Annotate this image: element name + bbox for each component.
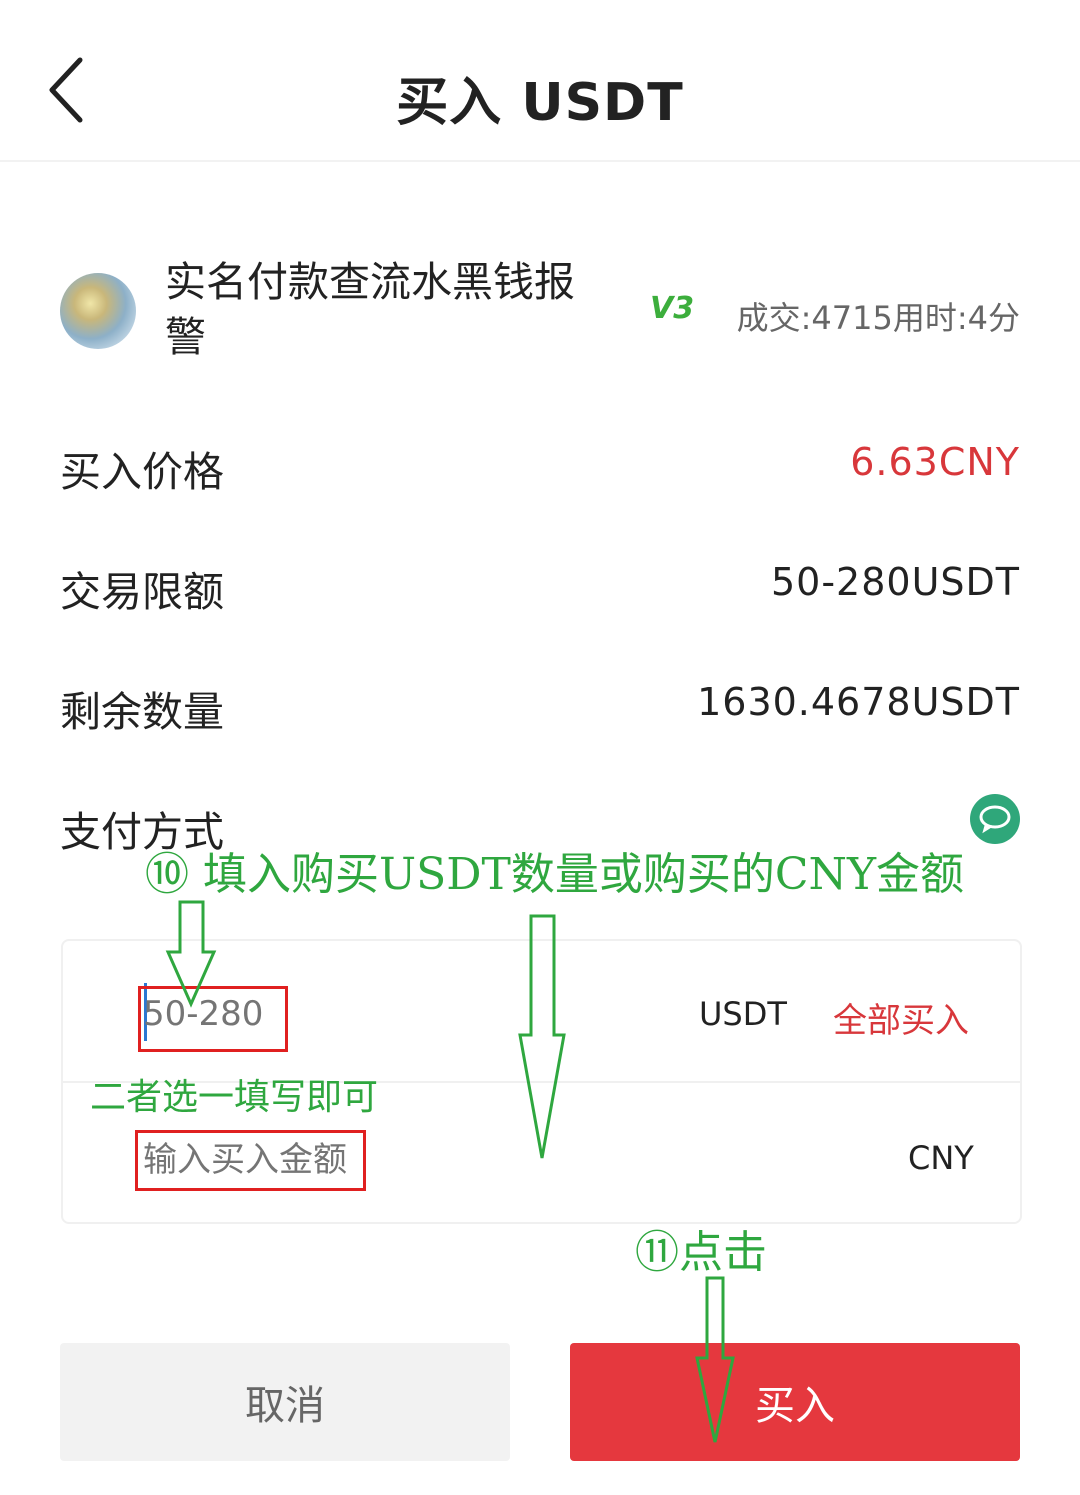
highlight-box-usdt-input: [138, 986, 288, 1052]
page-title: 买入 USDT: [396, 73, 684, 133]
wechat-pay-icon[interactable]: [970, 794, 1020, 844]
annotation-step10: ⑩ 填入购买USDT数量或购买的CNY金额: [145, 849, 965, 900]
annotation-step11: ⑪点击: [635, 1227, 767, 1278]
limit-label: 交易限额: [60, 568, 224, 616]
highlight-box-cny-input: [135, 1130, 366, 1191]
price-label: 买入价格: [60, 448, 224, 496]
top-nav-bar: 买入 USDT: [0, 0, 1080, 162]
annotation-either-one: 二者选一填写即可: [90, 1077, 379, 1118]
limit-row: 交易限额 50-280USDT: [60, 558, 1020, 618]
limit-value: 50-280USDT: [770, 560, 1020, 604]
merchant-level-badge: V3: [650, 291, 695, 326]
avatar[interactable]: [60, 273, 136, 349]
remaining-value: 1630.4678USDT: [697, 680, 1020, 724]
price-row: 买入价格 6.63CNY: [60, 438, 1020, 498]
price-value: 6.63CNY: [850, 440, 1020, 484]
buy-button[interactable]: 买入: [570, 1343, 1020, 1461]
remaining-row: 剩余数量 1630.4678USDT: [60, 678, 1020, 738]
merchant-name: 实名付款查流水黑钱报警: [165, 258, 575, 361]
usdt-unit-label: USDT: [699, 995, 787, 1033]
merchant-info: 实名付款查流水黑钱报警 V3 成交:4715用时:4分: [60, 255, 1020, 375]
cny-unit-label: CNY: [908, 1139, 974, 1177]
buy-all-button[interactable]: 全部买入: [833, 993, 969, 1042]
chat-bubble-icon: [979, 805, 1011, 834]
remaining-label: 剩余数量: [60, 688, 224, 736]
cancel-button[interactable]: 取消: [60, 1343, 510, 1461]
merchant-trade-stats: 成交:4715用时:4分: [736, 299, 1020, 337]
annotation-arrows: [165, 900, 735, 1443]
